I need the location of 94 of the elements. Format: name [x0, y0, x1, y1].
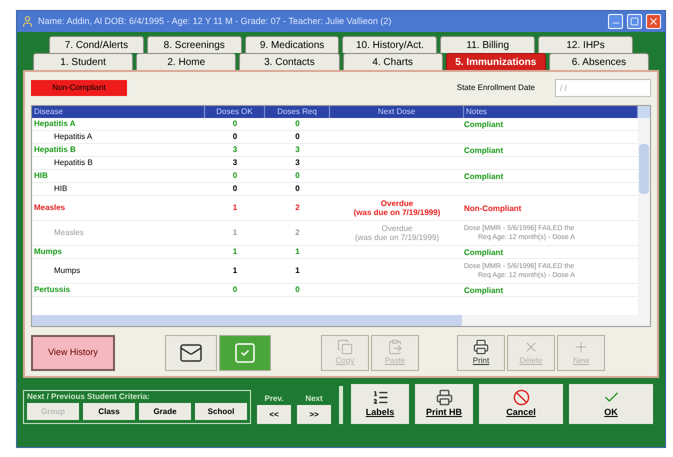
table-cell-text: 1 — [232, 227, 238, 239]
person-icon — [21, 15, 34, 28]
plus-icon — [573, 339, 589, 355]
tab[interactable]: 2. Home — [136, 53, 236, 70]
toolbar-button[interactable]: Print — [457, 335, 505, 371]
close-icon — [648, 16, 659, 27]
footer-button[interactable]: Cancel — [479, 384, 563, 424]
column-header[interactable]: Disease — [32, 106, 205, 118]
disease-cell-text: HIB — [53, 183, 68, 195]
table-cell-text: 3 — [294, 144, 301, 156]
criteria-button[interactable]: Grade — [139, 403, 191, 420]
view-history-button[interactable]: View History — [31, 335, 115, 371]
table-cell-text: 3 — [294, 157, 301, 169]
tab[interactable]: 10. History/Act. — [342, 36, 438, 53]
table-cell-text: 1 — [232, 202, 238, 214]
nav-heading: Prev. — [264, 393, 284, 405]
horizontal-scrollbar[interactable] — [32, 315, 650, 326]
nav-button[interactable]: >> — [297, 405, 331, 424]
table-cell-text: 0 — [232, 170, 238, 182]
table-cell-text: 0 — [294, 118, 301, 130]
notes-text: Compliant — [464, 286, 504, 294]
table-cell-text: 3 — [232, 157, 238, 169]
disease-cell-text: Measles — [53, 227, 85, 239]
notes-text: Compliant — [464, 120, 504, 128]
tab[interactable]: 12. IHPs — [538, 36, 633, 53]
tab[interactable]: 8. Screenings — [146, 36, 242, 53]
table-cell-text: 0 — [294, 183, 301, 195]
status-badge: Non-Compliant — [31, 80, 127, 96]
tab[interactable]: 1. Student — [33, 53, 134, 70]
nav-heading: Next — [305, 393, 323, 405]
disease-cell-text: Hepatitis B — [33, 144, 77, 156]
next-dose-text: (was due on 7/19/1999) — [354, 208, 440, 217]
table-cell-text: 0 — [232, 131, 238, 143]
table-cell-text: 1 — [232, 265, 238, 277]
notes-text: Compliant — [464, 172, 504, 180]
table-cell-text: 1 — [294, 246, 301, 258]
maximize-button[interactable] — [627, 14, 642, 29]
minimize-button[interactable] — [608, 14, 623, 29]
next-dose-text: Overdue — [380, 199, 414, 208]
paste-icon — [387, 339, 403, 355]
column-header[interactable]: Next Dose — [330, 106, 464, 118]
vertical-scrollbar[interactable] — [638, 106, 650, 315]
criteria-button[interactable]: Class — [83, 403, 135, 420]
criteria-title: Next / Previous Student Criteria: — [27, 391, 151, 403]
notes-text: Compliant — [464, 248, 504, 256]
column-header[interactable]: Doses OK — [205, 106, 265, 118]
list-icon — [372, 388, 388, 406]
table-cell-text: 0 — [232, 183, 238, 195]
table-cell-text: 0 — [232, 118, 238, 130]
field-label: State Enrollment Date — [456, 82, 535, 94]
table-cell-text: 2 — [294, 227, 301, 239]
close-button[interactable] — [646, 14, 661, 29]
tab[interactable]: 3. Contacts — [239, 53, 340, 70]
checkbox-icon — [233, 341, 257, 365]
tab[interactable]: 11. Billing — [440, 36, 536, 53]
disease-cell-text: Measles — [33, 202, 66, 214]
tab[interactable]: 9. Medications — [244, 36, 340, 53]
table-cell-text: 0 — [294, 131, 301, 143]
tab[interactable]: 4. Charts — [342, 53, 443, 70]
nav-button[interactable]: << — [257, 405, 291, 424]
disease-cell-text: Hepatitis A — [53, 131, 94, 143]
footer-button[interactable]: Print HB — [415, 384, 473, 424]
printer-icon — [473, 339, 489, 355]
next-dose-text: (was due on 7/19/1999) — [354, 233, 440, 242]
criteria-button[interactable]: School — [195, 403, 247, 420]
table-cell-text: 0 — [294, 170, 301, 182]
table-cell-text: 2 — [294, 202, 301, 214]
footer-button[interactable]: OK — [569, 384, 653, 424]
tab[interactable]: 6. Absences — [548, 53, 650, 70]
copy-icon — [337, 339, 353, 355]
column-header[interactable]: Doses Req — [265, 106, 330, 118]
notes-text: Compliant — [464, 146, 504, 154]
disease-cell-text: Mumps — [33, 246, 63, 258]
table-cell-text: 3 — [232, 144, 238, 156]
window-title: Name: Addin, Al DOB: 6/4/1995 - Age: 12 Y 11 M - Grade: 07 - Teacher: Julie Vallieon (2) — [38, 14, 392, 28]
printer-icon — [436, 388, 452, 406]
table-cell-text: 1 — [232, 246, 238, 258]
footer-button[interactable]: Labels — [351, 384, 409, 424]
maximize-icon — [630, 17, 639, 26]
notes-text: Non-Compliant — [464, 204, 522, 212]
disease-cell-text: HIB — [33, 170, 49, 182]
checkmark-button[interactable] — [219, 335, 271, 371]
next-dose-text: Overdue — [382, 224, 412, 233]
tab[interactable]: 7. Cond/Alerts — [49, 36, 144, 53]
table-cell-text: 0 — [294, 284, 301, 296]
table-cell-text: 1 — [294, 265, 301, 277]
envelope-button[interactable] — [165, 335, 217, 371]
tab[interactable]: 5. Immunizations — [446, 53, 546, 70]
table-cell-text: 0 — [232, 284, 238, 296]
disease-cell-text: Hepatitis B — [53, 157, 94, 169]
disease-cell-text: Mumps — [53, 265, 82, 277]
disease-cell-text: Pertussis — [33, 284, 72, 296]
cancel-icon — [512, 388, 530, 406]
disease-cell-text: Hepatitis A — [33, 118, 76, 130]
